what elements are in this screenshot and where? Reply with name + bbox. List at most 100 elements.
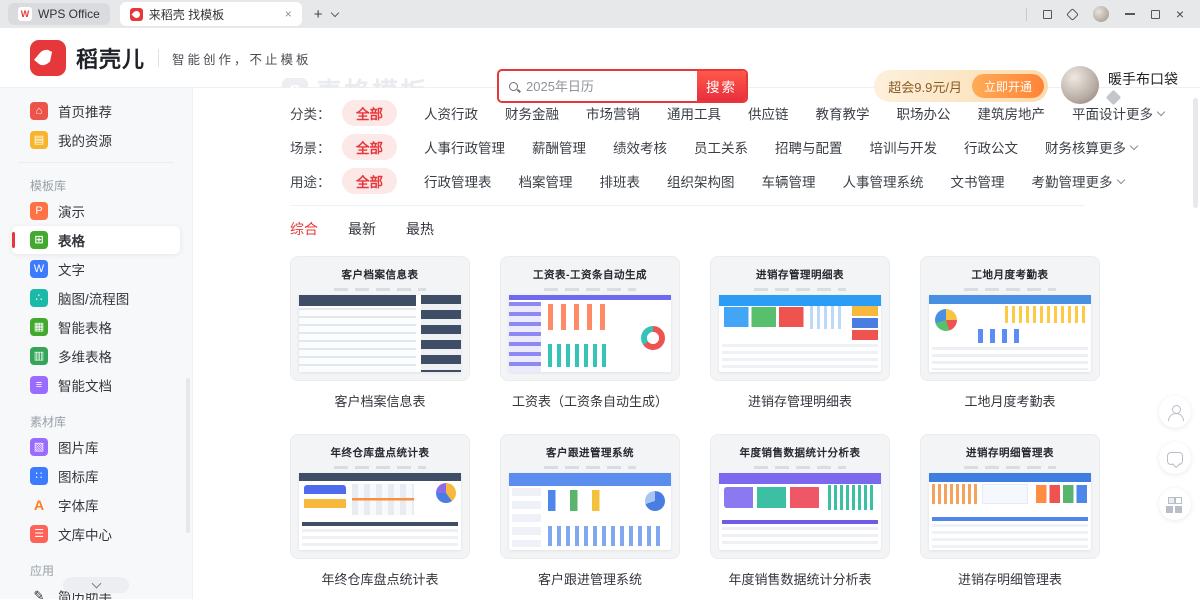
filter-option[interactable]: 排班表 (600, 171, 641, 191)
search-input[interactable] (518, 79, 697, 94)
filter-option[interactable]: 档案管理 (519, 171, 573, 191)
promo-activate-button[interactable]: 立即开通 (972, 74, 1044, 98)
search-button[interactable]: 搜索 (697, 71, 746, 101)
template-card[interactable]: 年度销售数据统计分析表 年度销售数据统计分析表 (710, 434, 890, 588)
sidebar-item-multidim-sheets[interactable]: ▥ 多维表格 (12, 342, 180, 370)
filter-option[interactable]: 教育教学 (816, 103, 870, 123)
workspace-icon[interactable] (1066, 8, 1079, 21)
avatar[interactable] (1061, 66, 1099, 104)
filter-option[interactable]: 平面设计 (1072, 103, 1126, 123)
brand-name: 稻壳儿 (76, 42, 145, 74)
filter-option[interactable]: 全部 (342, 100, 397, 126)
feedback-float-button[interactable] (1159, 442, 1191, 474)
divider (158, 49, 159, 67)
tab-docer[interactable]: 来稻壳 找模板 (120, 2, 302, 26)
thumbnail-title: 年终仓库盘点统计表 (291, 445, 469, 460)
icons-grid-icon: ∷ (30, 467, 48, 485)
qrcode-float-button[interactable] (1159, 488, 1191, 520)
sort-tab[interactable]: 最热 (406, 219, 434, 239)
thumbnail-preview (299, 473, 461, 550)
thumbnail-tags (754, 288, 846, 291)
sidebar-item-label: 应用 (30, 562, 54, 579)
sidebar-item-smart-sheets[interactable]: ▦ 智能表格 (12, 313, 180, 341)
sidebar-item-icon-library[interactable]: ∷ 图标库 (12, 462, 180, 490)
filter-option[interactable]: 市场营销 (586, 103, 640, 123)
tab-close-icon[interactable] (285, 7, 292, 21)
sidebar-item-mindmap[interactable]: ∴ 脑图/流程图 (12, 284, 180, 312)
titlebar-avatar[interactable] (1093, 6, 1109, 22)
filter-option[interactable]: 车辆管理 (762, 171, 816, 191)
filter-option[interactable]: 行政管理表 (424, 171, 492, 191)
sidebar-item-smart-docs[interactable]: ≡ 智能文档 (12, 371, 180, 399)
thumbnail-preview (929, 295, 1091, 372)
template-card[interactable]: 工地月度考勤表 工地月度考勤表 (920, 256, 1100, 410)
template-card[interactable]: 工资表-工资条自动生成 工资表（工资条自动生成） (500, 256, 680, 410)
tab-wps-office[interactable]: W WPS Office (8, 3, 110, 25)
tab-list-chevron-icon[interactable] (331, 10, 339, 18)
filter-option[interactable]: 文书管理 (951, 171, 1005, 191)
template-thumbnail: 进销存明细管理表 (920, 434, 1100, 559)
filter-option[interactable]: 考勤管理 (1032, 171, 1086, 191)
minimize-icon[interactable] (1125, 13, 1135, 15)
profile-float-button[interactable] (1159, 396, 1191, 428)
filter-option[interactable]: 组织架构图 (667, 171, 735, 191)
thumbnail-title: 工地月度考勤表 (921, 267, 1099, 282)
sidebar-item-label: 表格 (58, 230, 85, 250)
filter-option[interactable]: 供应链 (748, 103, 789, 123)
smart-sheet-icon: ▦ (30, 318, 48, 336)
sidebar-expand-button[interactable] (63, 577, 129, 593)
maximize-icon[interactable] (1151, 10, 1160, 19)
filter-option[interactable]: 培训与开发 (870, 137, 938, 157)
close-icon[interactable] (1176, 7, 1184, 21)
filter-option[interactable]: 通用工具 (667, 103, 721, 123)
filter-label: 分类： (290, 103, 342, 123)
section-template-library[interactable]: 模板库 (12, 175, 180, 195)
template-card[interactable]: 进销存管理明细表 进销存管理明细表 (710, 256, 890, 410)
smart-doc-icon: ≡ (30, 376, 48, 394)
filter-option[interactable]: 薪酬管理 (532, 137, 586, 157)
filter-option[interactable]: 行政公文 (964, 137, 1018, 157)
layout-restore-icon[interactable] (1043, 10, 1052, 19)
header: S 表格模板 稻壳儿 智能创作，不止模板 搜索 超会9.9元/月 立即开通 暖手… (0, 28, 1200, 88)
filter-option[interactable]: 招聘与配置 (775, 137, 843, 157)
sidebar-nav: ⌂ 首页推荐 ▤ 我的资源 模板库 (0, 97, 192, 600)
sidebar-item-slides[interactable]: P 演示 (12, 197, 180, 225)
thumbnail-preview (719, 295, 881, 372)
new-tab-button[interactable] (314, 6, 323, 23)
sidebar-item-my-resources[interactable]: ▤ 我的资源 (12, 126, 180, 154)
filter-option[interactable]: 建筑房地产 (978, 103, 1046, 123)
tab-label: WPS Office (38, 7, 100, 21)
more-button[interactable]: 更多 (1126, 103, 1164, 123)
template-caption: 客户档案信息表 (290, 391, 470, 410)
more-button[interactable]: 更多 (1099, 137, 1137, 157)
membership-promo[interactable]: 超会9.9元/月 立即开通 (874, 70, 1048, 102)
main-scrollbar[interactable] (1193, 98, 1198, 208)
sidebar-item-home[interactable]: ⌂ 首页推荐 (12, 97, 180, 125)
app-window: W WPS Office 来稻壳 找模板 S 表格模板 稻壳儿 (0, 0, 1200, 600)
more-button[interactable]: 更多 (1086, 171, 1124, 191)
filter-option[interactable]: 员工关系 (694, 137, 748, 157)
section-asset-library[interactable]: 素材库 (12, 411, 180, 431)
filter-option[interactable]: 财务金融 (505, 103, 559, 123)
template-card[interactable]: 年终仓库盘点统计表 年终仓库盘点统计表 (290, 434, 470, 588)
template-card[interactable]: 客户档案信息表 客户档案信息表 (290, 256, 470, 410)
filter-option[interactable]: 财务核算 (1045, 137, 1099, 157)
filter-option[interactable]: 人资行政 (424, 103, 478, 123)
filter-option[interactable]: 全部 (342, 168, 397, 194)
filter-option[interactable]: 全部 (342, 134, 397, 160)
sidebar-divider[interactable] (18, 162, 174, 163)
filter-option[interactable]: 人事行政管理 (424, 137, 505, 157)
sort-tab[interactable]: 最新 (348, 219, 376, 239)
sidebar-item-font-library[interactable]: A 字体库 (12, 491, 180, 519)
sidebar-scrollbar[interactable] (186, 378, 190, 533)
sidebar-item-docs[interactable]: W 文字 (12, 255, 180, 283)
template-card[interactable]: 进销存明细管理表 进销存明细管理表 (920, 434, 1100, 588)
sidebar-item-library-center[interactable]: ☰ 文库中心 (12, 520, 180, 548)
template-card[interactable]: 客户跟进管理系统 客户跟进管理系统 (500, 434, 680, 588)
filter-option[interactable]: 绩效考核 (613, 137, 667, 157)
filter-option[interactable]: 职场办公 (897, 103, 951, 123)
sidebar-item-sheets[interactable]: ⊞ 表格 (12, 226, 180, 254)
filter-option[interactable]: 人事管理系统 (843, 171, 924, 191)
sort-tab[interactable]: 综合 (290, 219, 318, 239)
sidebar-item-image-library[interactable]: ▧ 图片库 (12, 433, 180, 461)
